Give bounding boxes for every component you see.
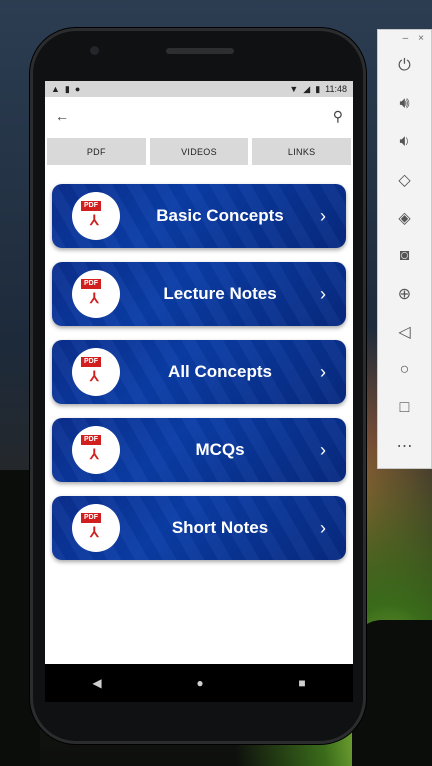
app-screen: ▲ ▮ ● ▼ ◢ ▮ 11:48 ← ⚲ PDF VIDEOS LINKS P… <box>45 81 353 664</box>
arrow-left-icon[interactable]: ← <box>55 108 69 124</box>
signal-icon: ◢ <box>303 83 311 94</box>
search-icon[interactable]: ⚲ <box>333 108 343 125</box>
tab-links[interactable]: LINKS <box>252 138 352 165</box>
pdf-icon: PDF ⅄ <box>72 348 120 396</box>
front-camera <box>90 46 99 55</box>
chevron-right-icon: › <box>320 205 326 226</box>
card-short-notes[interactable]: PDF ⅄ Short Notes › <box>52 496 346 560</box>
chevron-right-icon: › <box>320 283 326 304</box>
card-label: Lecture Notes <box>163 284 277 303</box>
overview-icon[interactable]: □ <box>378 389 431 427</box>
close-icon[interactable]: × <box>418 33 424 44</box>
card-label: MCQs <box>195 440 245 459</box>
card-label: Short Notes <box>171 518 269 537</box>
volume-up-icon[interactable]: 🔊︎ <box>378 85 431 123</box>
circle-icon: ● <box>74 84 81 94</box>
rotate-left-icon[interactable]: ◇ <box>378 161 431 199</box>
camera-icon[interactable]: ◙ <box>378 237 431 275</box>
zoom-icon[interactable]: ⊕ <box>378 275 431 313</box>
card-lecture-notes[interactable]: PDF ⅄ Lecture Notes › <box>52 262 346 326</box>
acrobat-glyph-icon: ⅄ <box>90 368 99 384</box>
card-label: Basic Concepts <box>156 206 284 225</box>
acrobat-glyph-icon: ⅄ <box>90 446 99 462</box>
status-time: 11:48 <box>325 84 347 94</box>
pdf-icon: PDF ⅄ <box>72 270 120 318</box>
pdf-tag: PDF <box>81 357 101 367</box>
chevron-right-icon: › <box>320 361 326 382</box>
category-list: PDF ⅄ Basic Concepts › PDF ⅄ Lecture Not… <box>45 165 353 560</box>
warning-icon: ▲ <box>51 84 60 94</box>
back-triangle-icon[interactable]: ◀ <box>92 676 101 690</box>
power-icon[interactable]: ⏻ <box>378 47 431 85</box>
card-basic-concepts[interactable]: PDF ⅄ Basic Concepts › <box>52 184 346 248</box>
pdf-tag: PDF <box>81 279 101 289</box>
home-icon[interactable]: ○ <box>378 351 431 389</box>
chevron-right-icon: › <box>320 439 326 460</box>
card-label: All Concepts <box>168 362 272 381</box>
acrobat-glyph-icon: ⅄ <box>90 290 99 306</box>
home-circle-icon[interactable]: ● <box>196 676 203 690</box>
acrobat-glyph-icon: ⅄ <box>90 212 99 228</box>
recents-square-icon[interactable]: ■ <box>298 676 305 690</box>
volume-down-icon[interactable]: 🔉︎ <box>378 123 431 161</box>
tab-videos[interactable]: VIDEOS <box>149 138 249 165</box>
pdf-tag: PDF <box>81 513 101 523</box>
pdf-icon: PDF ⅄ <box>72 426 120 474</box>
chevron-right-icon: › <box>320 517 326 538</box>
pdf-icon: PDF ⅄ <box>72 504 120 552</box>
back-icon[interactable]: ◁ <box>378 313 431 351</box>
wifi-icon: ▼ <box>289 84 299 94</box>
acrobat-glyph-icon: ⅄ <box>90 524 99 540</box>
app-bar: ← ⚲ <box>45 97 353 135</box>
battery-icon: ▮ <box>315 83 321 94</box>
pdf-tag: PDF <box>81 435 101 445</box>
rotate-right-icon[interactable]: ◈ <box>378 199 431 237</box>
android-nav-bar: ◀ ● ■ <box>45 664 353 702</box>
emulator-toolbar: – × ⏻ 🔊︎ 🔉︎ ◇ ◈ ◙ ⊕ ◁ ○ □ ⋯ <box>377 29 432 469</box>
minimize-icon[interactable]: – <box>403 33 409 44</box>
pdf-tag: PDF <box>81 201 101 211</box>
pdf-icon: PDF ⅄ <box>72 192 120 240</box>
status-bar: ▲ ▮ ● ▼ ◢ ▮ 11:48 <box>45 81 353 97</box>
card-all-concepts[interactable]: PDF ⅄ All Concepts › <box>52 340 346 404</box>
earpiece-speaker <box>166 48 234 54</box>
card-mcqs[interactable]: PDF ⅄ MCQs › <box>52 418 346 482</box>
tab-pdf[interactable]: PDF <box>47 138 146 165</box>
tab-bar: PDF VIDEOS LINKS <box>45 135 353 165</box>
more-icon[interactable]: ⋯ <box>378 427 431 465</box>
lock-icon: ▮ <box>64 83 70 94</box>
